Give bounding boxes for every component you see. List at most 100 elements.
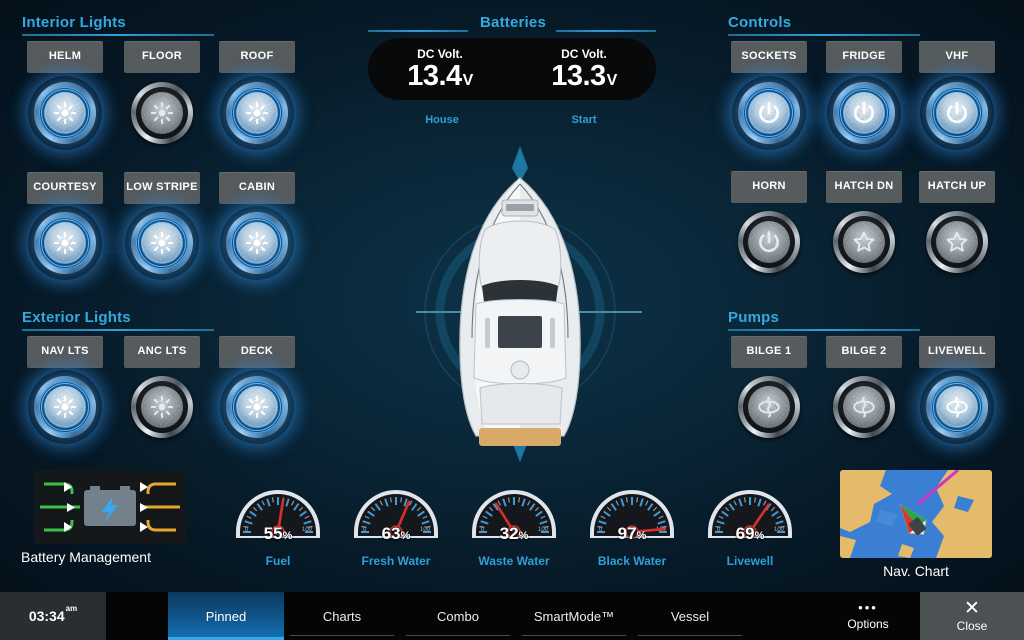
tab-vessel[interactable]: Vessel bbox=[632, 592, 748, 640]
sockets-knob[interactable] bbox=[738, 82, 800, 144]
horn-label-chip[interactable]: HORN bbox=[731, 171, 807, 203]
bilge-1-knob[interactable] bbox=[738, 376, 800, 438]
tab-pinned[interactable]: Pinned bbox=[168, 592, 284, 640]
light-icon bbox=[149, 394, 175, 420]
battery-start-value: 13.3V bbox=[551, 60, 617, 92]
tab-charts[interactable]: Charts bbox=[284, 592, 400, 640]
hatch-dn-label-chip[interactable]: HATCH DN bbox=[826, 171, 902, 203]
battery-management-widget[interactable] bbox=[34, 470, 186, 544]
pump-icon bbox=[756, 394, 782, 420]
tab-vessel-label: Vessel bbox=[670, 608, 710, 624]
bilge-1-label-chip[interactable]: BILGE 1 bbox=[731, 336, 807, 368]
battery-house-value: 13.4V bbox=[407, 60, 473, 92]
roof-knob[interactable] bbox=[226, 82, 288, 144]
close-button[interactable]: ✕ Close bbox=[920, 592, 1024, 640]
livewell-label-chip[interactable]: LIVEWELL bbox=[919, 336, 995, 368]
battery-house-name: House bbox=[425, 114, 459, 126]
light-icon bbox=[52, 100, 78, 126]
options-button[interactable]: ••• Options bbox=[816, 592, 920, 640]
sockets-label-chip[interactable]: SOCKETS bbox=[731, 41, 807, 73]
section-title-pumps: Pumps bbox=[728, 309, 780, 326]
hatch-up-knob[interactable] bbox=[926, 211, 988, 273]
power-icon bbox=[756, 100, 782, 126]
clock[interactable]: 03:34 am bbox=[0, 592, 106, 640]
anc-lts-knob[interactable] bbox=[131, 376, 193, 438]
roof-label-chip[interactable]: ROOF bbox=[219, 41, 295, 73]
light-icon bbox=[52, 394, 78, 420]
vhf-label-chip[interactable]: VHF bbox=[919, 41, 995, 73]
star-icon bbox=[851, 229, 877, 255]
vhf-knob[interactable] bbox=[926, 82, 988, 144]
close-label: Close bbox=[956, 619, 988, 633]
section-title-exterior-lights: Exterior Lights bbox=[22, 309, 131, 326]
section-title-interior-lights: Interior Lights bbox=[22, 14, 126, 31]
bilge-2-label-chip[interactable]: BILGE 2 bbox=[826, 336, 902, 368]
power-icon bbox=[944, 100, 970, 126]
nav-lts-label-chip[interactable]: NAV LTS bbox=[27, 336, 103, 368]
floor-label-chip[interactable]: FLOOR bbox=[124, 41, 200, 73]
helm-knob[interactable] bbox=[34, 82, 96, 144]
battery-start-name: Start bbox=[571, 114, 597, 126]
bottom-toolbar: 03:34 am Pinned Charts Combo SmartMode™ V… bbox=[0, 592, 1024, 640]
options-label: Options bbox=[847, 617, 889, 631]
courtesy-knob[interactable] bbox=[34, 212, 96, 274]
hatch-dn-knob[interactable] bbox=[833, 211, 895, 273]
gauge-value-black-water: 97% bbox=[617, 524, 647, 543]
deck-knob[interactable] bbox=[226, 376, 288, 438]
nav-chart-widget[interactable] bbox=[840, 470, 992, 558]
cabin-label-chip[interactable]: CABIN bbox=[219, 172, 295, 204]
fridge-label-chip[interactable]: FRIDGE bbox=[826, 41, 902, 73]
cabin-knob[interactable] bbox=[226, 212, 288, 274]
tab-charts-label: Charts bbox=[322, 608, 362, 624]
nav-chart-label: Nav. Chart bbox=[883, 563, 949, 579]
tab-pinned-label: Pinned bbox=[205, 608, 247, 624]
gauge-label-waste-water: Waste Water bbox=[478, 554, 550, 568]
gauge-value-waste-water: 32% bbox=[499, 524, 529, 543]
courtesy-label-chip[interactable]: COURTESY bbox=[27, 172, 103, 204]
floor-knob[interactable] bbox=[131, 82, 193, 144]
section-rule-pumps bbox=[728, 329, 920, 331]
tab-combo-label: Combo bbox=[437, 608, 479, 624]
light-icon bbox=[52, 230, 78, 256]
gauge-fuel[interactable]: 0 100 1 55% Fuel bbox=[234, 480, 322, 568]
star-icon bbox=[944, 229, 970, 255]
livewell-knob[interactable] bbox=[926, 376, 988, 438]
batteries-readout: DC Volt. 13.4V DC Volt. 13.3V bbox=[368, 38, 656, 100]
light-icon bbox=[244, 230, 270, 256]
low-stripe-knob[interactable] bbox=[131, 212, 193, 274]
light-icon bbox=[244, 100, 270, 126]
anc-lts-label-chip[interactable]: ANC LTS bbox=[124, 336, 200, 368]
battery-house-caption: DC Volt. bbox=[417, 47, 463, 61]
battery-start-caption: DC Volt. bbox=[561, 47, 607, 61]
gauge-value-fresh-water: 63% bbox=[381, 524, 411, 543]
ellipsis-icon: ••• bbox=[858, 600, 878, 615]
section-rule-controls bbox=[728, 34, 920, 36]
hatch-up-label-chip[interactable]: HATCH UP bbox=[919, 171, 995, 203]
fridge-knob[interactable] bbox=[833, 82, 895, 144]
clock-time: 03:34 bbox=[28, 608, 65, 624]
gauge-value-livewell: 69% bbox=[735, 524, 765, 543]
tab-smartmode-label: SmartMode™ bbox=[533, 608, 615, 624]
power-icon bbox=[851, 100, 877, 126]
horn-knob[interactable] bbox=[738, 211, 800, 273]
clock-suffix: am bbox=[65, 604, 78, 613]
bilge-2-knob[interactable] bbox=[833, 376, 895, 438]
gauge-waste-water[interactable]: 0 100 3 32% Waste Water bbox=[470, 480, 558, 568]
section-rule-batteries-right bbox=[556, 30, 656, 32]
helm-label-chip[interactable]: HELM bbox=[27, 41, 103, 73]
section-rule-batteries-left bbox=[368, 30, 468, 32]
gauge-fresh-water[interactable]: 0 100 2 63% Fresh Water bbox=[352, 480, 440, 568]
battery-house-cell: DC Volt. 13.4V bbox=[368, 38, 512, 100]
gauge-livewell[interactable]: 0 100 5 69% Livewell bbox=[706, 480, 794, 568]
tab-combo[interactable]: Combo bbox=[400, 592, 516, 640]
gauge-black-water[interactable]: 0 100 4 97% Black Water bbox=[588, 480, 676, 568]
gauge-label-black-water: Black Water bbox=[597, 554, 667, 568]
battery-management-label: Battery Management bbox=[21, 549, 151, 565]
nav-lts-knob[interactable] bbox=[34, 376, 96, 438]
battery-start-cell: DC Volt. 13.3V bbox=[512, 38, 656, 100]
tab-smartmode[interactable]: SmartMode™ bbox=[516, 592, 632, 640]
low-stripe-label-chip[interactable]: LOW STRIPE bbox=[124, 172, 200, 204]
light-icon bbox=[149, 230, 175, 256]
deck-label-chip[interactable]: DECK bbox=[219, 336, 295, 368]
